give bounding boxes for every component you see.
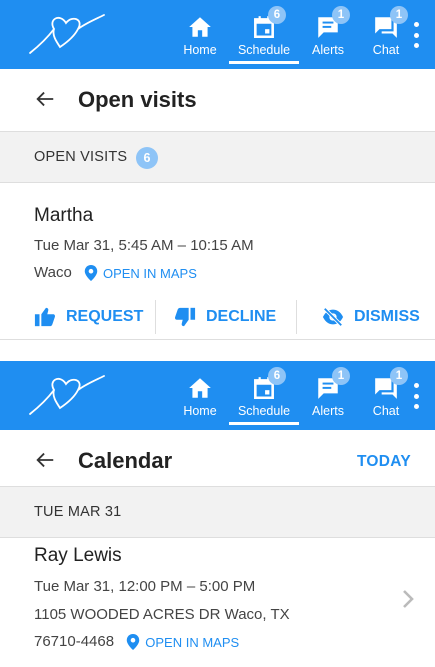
- top-app-bar: Home 6 Schedule 1 Alerts 1 Chat: [0, 361, 435, 430]
- divider: [155, 300, 156, 334]
- date-label: TUE MAR 31: [34, 504, 122, 520]
- visit-actions: REQUEST DECLINE DISMISS: [0, 296, 435, 340]
- chat-badge: 1: [390, 6, 408, 24]
- dismiss-button[interactable]: DISMISS: [322, 296, 420, 338]
- open-in-maps-link[interactable]: OPEN IN MAPS: [126, 634, 240, 651]
- visit-address-line2: 76710-4468: [34, 633, 115, 650]
- back-arrow-icon[interactable]: [34, 449, 56, 471]
- active-tab-indicator: [229, 422, 299, 425]
- page-title: Open visits: [78, 87, 197, 112]
- top-app-bar: Home 6 Schedule 1 Alerts 1 Chat: [0, 0, 435, 69]
- schedule-badge: 6: [268, 367, 286, 385]
- date-section-header: TUE MAR 31: [0, 486, 435, 538]
- divider: [296, 300, 297, 334]
- calendar-header: Calendar TODAY: [0, 430, 435, 492]
- decline-button[interactable]: DECLINE: [174, 296, 276, 338]
- today-button[interactable]: TODAY: [357, 453, 411, 471]
- visit-address-row: 76710-4468 OPEN IN MAPS: [34, 633, 240, 651]
- alerts-badge: 1: [332, 6, 350, 24]
- nav-chat[interactable]: 1 Chat: [357, 361, 415, 430]
- thumbs-down-icon: [174, 307, 196, 327]
- visit-location-row: Waco OPEN IN MAPS: [34, 264, 197, 282]
- chevron-right-icon[interactable]: [401, 588, 415, 610]
- visit-time: Tue Mar 31, 12:00 PM – 5:00 PM: [34, 578, 256, 595]
- request-button[interactable]: REQUEST: [34, 296, 143, 338]
- chat-badge: 1: [390, 367, 408, 385]
- map-pin-icon: [84, 265, 98, 282]
- nav-home-label: Home: [183, 404, 217, 418]
- heart-logo-icon[interactable]: [26, 374, 106, 418]
- main-nav: Home 6 Schedule 1 Alerts 1 Chat: [171, 361, 415, 430]
- eye-slash-icon: [322, 307, 344, 327]
- heart-logo-icon[interactable]: [26, 13, 106, 57]
- nav-alerts[interactable]: 1 Alerts: [299, 361, 357, 430]
- nav-home[interactable]: Home: [171, 0, 229, 69]
- more-menu-icon[interactable]: [413, 22, 419, 48]
- nav-chat[interactable]: 1 Chat: [357, 0, 415, 69]
- nav-alerts-label: Alerts: [312, 404, 344, 418]
- visit-location: Waco: [34, 264, 72, 281]
- home-icon: [189, 378, 211, 398]
- nav-alerts[interactable]: 1 Alerts: [299, 0, 357, 69]
- open-in-maps-label: OPEN IN MAPS: [102, 265, 197, 281]
- request-label: REQUEST: [66, 308, 144, 325]
- visit-address-line1: 1105 WOODED ACRES DR Waco, TX: [34, 606, 290, 623]
- page-title: Calendar: [78, 448, 173, 473]
- nav-chat-label: Chat: [372, 43, 400, 57]
- nav-home[interactable]: Home: [171, 361, 229, 430]
- open-visits-header: Open visits: [0, 69, 435, 131]
- open-in-maps-link[interactable]: OPEN IN MAPS: [84, 265, 197, 282]
- visit-client-name: Ray Lewis: [34, 545, 122, 566]
- back-arrow-icon[interactable]: [34, 88, 56, 110]
- visit-time: Tue Mar 31, 5:45 AM – 10:15 AM: [34, 237, 254, 254]
- dismiss-label: DISMISS: [354, 308, 420, 325]
- map-pin-icon: [127, 634, 140, 651]
- open-visits-count-badge: 6: [136, 147, 158, 169]
- nav-schedule[interactable]: 6 Schedule: [229, 361, 299, 430]
- home-icon: [189, 17, 211, 37]
- nav-alerts-label: Alerts: [312, 43, 344, 57]
- main-nav: Home 6 Schedule 1 Alerts 1 Chat: [171, 0, 415, 69]
- nav-schedule-label: Schedule: [237, 43, 291, 57]
- nav-schedule-label: Schedule: [237, 404, 291, 418]
- more-menu-icon[interactable]: [413, 383, 419, 409]
- open-in-maps-label: OPEN IN MAPS: [145, 634, 240, 650]
- nav-schedule[interactable]: 6 Schedule: [229, 0, 299, 69]
- section-label: OPEN VISITS: [34, 149, 128, 165]
- open-visits-section-header: OPEN VISITS 6: [0, 131, 435, 183]
- alerts-badge: 1: [332, 367, 350, 385]
- active-tab-indicator: [229, 61, 299, 64]
- thumbs-up-icon: [34, 307, 56, 327]
- nav-home-label: Home: [183, 43, 217, 57]
- decline-label: DECLINE: [206, 308, 277, 325]
- nav-chat-label: Chat: [372, 404, 400, 418]
- visit-client-name: Martha: [34, 205, 94, 226]
- schedule-badge: 6: [268, 6, 286, 24]
